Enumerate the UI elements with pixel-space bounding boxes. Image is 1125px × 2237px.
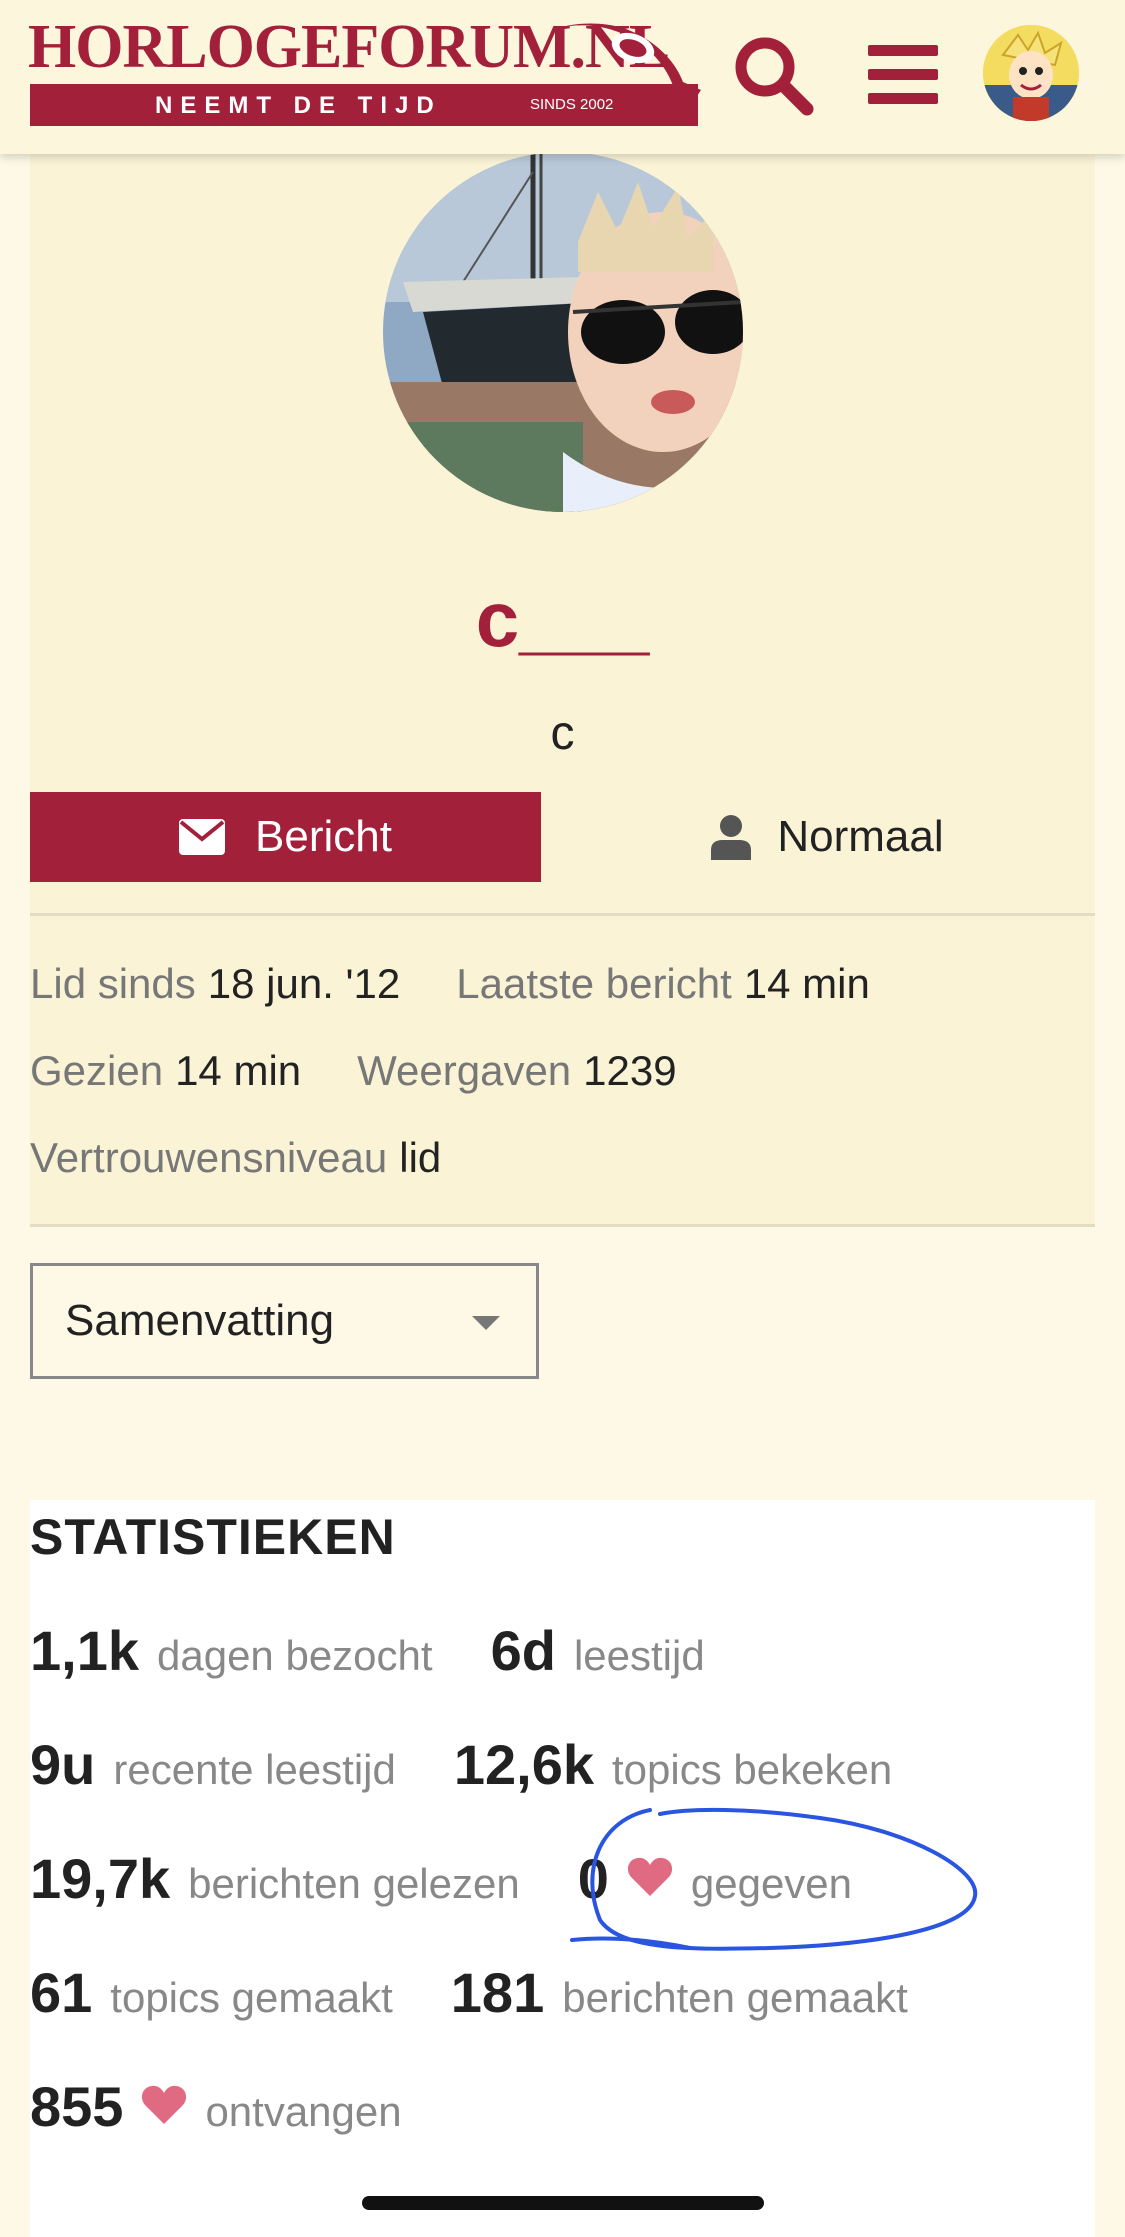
seen-value: 14 min	[175, 1047, 302, 1094]
stat-number: 1,1k	[30, 1619, 139, 1682]
user-icon	[711, 815, 752, 860]
cartoon-avatar-image	[983, 25, 1079, 121]
hamburger-menu-icon	[868, 45, 938, 104]
divider	[30, 1224, 1095, 1227]
stat-label: recente leestijd	[113, 1746, 396, 1793]
stat-label: berichten gelezen	[188, 1860, 520, 1907]
stat-label: topics bekeken	[612, 1746, 893, 1793]
last-post-value[interactable]: 14 min	[744, 960, 870, 1007]
last-post-label: Laatste bericht	[456, 960, 732, 1007]
stat-number: 855	[30, 2075, 124, 2138]
stat-label: dagen bezocht	[157, 1632, 433, 1679]
trust-level-value[interactable]: lid	[399, 1134, 441, 1181]
stat-row: 855 ontvangen	[30, 2074, 402, 2144]
views-value: 1239	[583, 1047, 677, 1094]
stat-days-visited: 1,1k dagen bezocht	[30, 1618, 433, 1683]
views-label: Weergaven	[357, 1047, 572, 1094]
trust-level-label: Vertrouwensniveau	[30, 1134, 388, 1181]
heart-icon	[627, 1857, 672, 1896]
stat-row: 19,7k berichten gelezen 0 gegeven	[30, 1846, 852, 1916]
statistics-title: STATISTIEKEN	[30, 1509, 396, 1565]
info-row-2: Gezien 14 min Weergaven 1239	[30, 1045, 733, 1097]
stat-number: 181	[450, 1961, 545, 2024]
stat-label: topics gemaakt	[110, 1974, 393, 2021]
current-user-avatar[interactable]	[983, 25, 1079, 121]
stat-number: 61	[30, 1961, 93, 2024]
menu-button[interactable]	[858, 30, 948, 120]
stat-likes-received: 855 ontvangen	[30, 2074, 402, 2139]
notification-level-button[interactable]: Normaal	[560, 792, 1095, 882]
stat-row: 9u recente leestijd 12,6k topics bekeken	[30, 1732, 892, 1802]
stat-topics-created: 61 topics gemaakt	[30, 1960, 393, 2025]
profile-photo-image	[383, 152, 743, 512]
stat-topics-viewed: 12,6k topics bekeken	[454, 1732, 892, 1797]
seen-label: Gezien	[30, 1047, 164, 1094]
stat-label: gegeven	[690, 1860, 853, 1907]
envelope-icon	[179, 819, 226, 855]
logo-swoosh-icon	[558, 23, 701, 120]
stat-row: 1,1k dagen bezocht 6d leestijd	[30, 1618, 705, 1688]
profile-username: c___	[475, 575, 650, 663]
stat-number: 9u	[30, 1733, 96, 1796]
profile-section-dropdown[interactable]: Samenvatting	[30, 1263, 539, 1379]
home-indicator[interactable]	[362, 2196, 764, 2210]
search-icon	[735, 37, 814, 116]
heart-icon	[142, 2085, 187, 2124]
logo-tagline: NEEMT DE TIJD	[155, 92, 442, 119]
statistics-panel: STATISTIEKEN 1,1k dagen bezocht 6d leest…	[30, 1500, 1095, 2237]
divider	[30, 913, 1095, 916]
stat-number: 19,7k	[30, 1847, 171, 1910]
stat-label: ontvangen	[205, 2088, 402, 2135]
profile-avatar[interactable]	[383, 152, 743, 512]
stat-number: 6d	[490, 1619, 556, 1682]
member-since-label: Lid sinds	[30, 960, 196, 1007]
stat-likes-given: 0 gegeven	[578, 1846, 852, 1911]
send-message-label: Bericht	[255, 812, 392, 861]
stat-recent-read-time: 9u recente leestijd	[30, 1732, 396, 1797]
site-logo[interactable]: HORLOGEFORUM.NL NEEMT DE TIJD SINDS 2002	[28, 14, 701, 126]
notification-level-label: Normaal	[777, 812, 944, 861]
stat-number: 0	[577, 1847, 609, 1910]
search-button[interactable]	[728, 30, 818, 120]
stat-posts-read: 19,7k berichten gelezen	[30, 1846, 520, 1911]
info-row-1: Lid sinds 18 jun. '12 Laatste bericht 14 mi…	[30, 958, 926, 1010]
stat-posts-created: 181 berichten gemaakt	[451, 1960, 908, 2025]
dropdown-selected-value: Samenvatting	[65, 1296, 335, 1345]
stat-number: 12,6k	[453, 1733, 594, 1796]
send-message-button[interactable]: Bericht	[30, 792, 541, 882]
stat-label: leestijd	[573, 1632, 705, 1679]
member-since-value: 18 jun. '12	[207, 960, 401, 1007]
caret-down-icon	[472, 1316, 500, 1330]
site-header: HORLOGEFORUM.NL NEEMT DE TIJD SINDS 2002	[0, 0, 1125, 154]
stat-read-time: 6d leestijd	[491, 1618, 705, 1683]
stat-label: berichten gemaakt	[562, 1974, 908, 2021]
profile-fullname: c	[550, 707, 575, 760]
stat-row: 61 topics gemaakt 181 berichten gemaakt	[30, 1960, 908, 2030]
profile-panel: c___ c Bericht Normaal Lid sinds 18 jun. …	[30, 152, 1095, 1227]
info-row-3: Vertrouwensniveau lid	[30, 1132, 497, 1184]
